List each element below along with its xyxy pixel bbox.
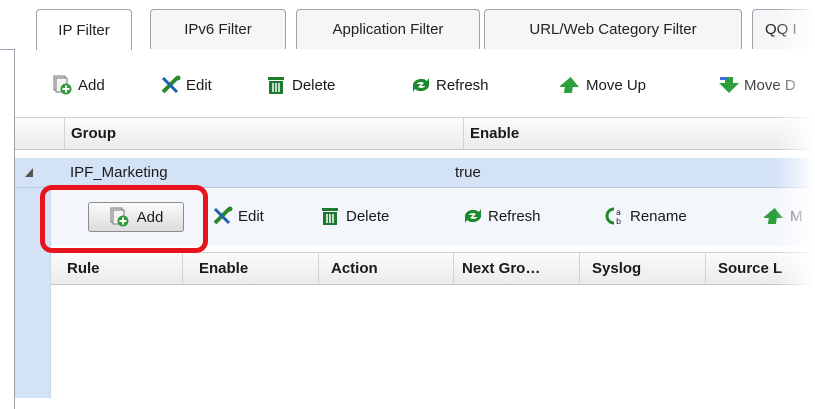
rule-edit-button[interactable]: Edit xyxy=(212,206,264,226)
tab-ipv6-filter[interactable]: IPv6 Filter xyxy=(150,9,286,49)
refresh-icon xyxy=(410,75,430,95)
header-spacer xyxy=(15,118,65,149)
delete-button[interactable]: Delete xyxy=(266,75,335,95)
add-button[interactable]: Add xyxy=(52,75,105,95)
add-icon xyxy=(52,75,72,95)
rule-table-header: Rule Enable Action Next Gro… Syslog Sour… xyxy=(51,252,815,285)
tab-ip-filter[interactable]: IP Filter xyxy=(36,9,132,50)
trash-icon xyxy=(320,206,340,226)
rule-refresh-button[interactable]: Refresh xyxy=(462,206,541,226)
tools-icon xyxy=(160,75,181,95)
refresh-icon xyxy=(462,206,482,226)
column-header-next-group[interactable]: Next Gro… xyxy=(454,253,580,284)
rename-icon: ab xyxy=(604,206,624,226)
group-name: IPF_Marketing xyxy=(70,164,168,181)
group-enable-value: true xyxy=(455,164,481,181)
column-header-enable[interactable]: Enable xyxy=(464,118,815,149)
svg-text:b: b xyxy=(616,217,621,226)
column-header-group[interactable]: Group xyxy=(65,118,464,149)
edit-button[interactable]: Edit xyxy=(160,75,212,95)
collapse-triangle-icon[interactable] xyxy=(23,165,35,183)
trash-icon xyxy=(266,75,286,95)
tab-url-web-category-filter[interactable]: URL/Web Category Filter xyxy=(484,9,742,49)
column-header-enable[interactable]: Enable xyxy=(183,253,319,284)
edge-fade xyxy=(775,0,815,398)
highlight-annotation xyxy=(40,185,208,253)
arrow-up-icon xyxy=(558,75,580,95)
refresh-button[interactable]: Refresh xyxy=(410,75,489,95)
svg-text:a: a xyxy=(616,208,621,217)
rule-delete-button[interactable]: Delete xyxy=(320,206,389,226)
column-header-action[interactable]: Action xyxy=(319,253,454,284)
tools-icon xyxy=(212,206,233,226)
move-up-button[interactable]: Move Up xyxy=(558,75,646,95)
arrow-down-icon xyxy=(718,75,739,95)
column-header-rule[interactable]: Rule xyxy=(51,253,183,284)
table-row[interactable]: IPF_Marketing true xyxy=(15,158,815,188)
tab-application-filter[interactable]: Application Filter xyxy=(296,9,480,49)
rule-rename-button[interactable]: ab Rename xyxy=(604,206,687,226)
group-table-header: Group Enable xyxy=(15,117,815,150)
column-header-syslog[interactable]: Syslog xyxy=(580,253,706,284)
